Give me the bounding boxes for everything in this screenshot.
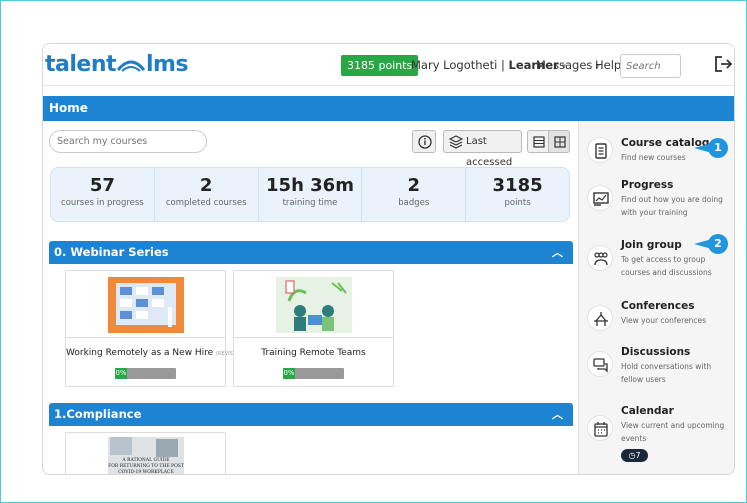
cover-title-line-3: COVID-19 WORKPLACE — [118, 469, 174, 475]
grid-view-icon — [554, 136, 566, 148]
presentation-icon — [594, 312, 608, 326]
cover-title-line-1: A RATIONAL GUIDE — [121, 457, 169, 463]
section-header-compliance[interactable]: 1.Compliance ︿ — [49, 403, 573, 426]
stat-value: 2 — [407, 175, 421, 196]
sidebar-item-progress[interactable]: Progress Find out how you are doing with… — [579, 177, 734, 227]
events-count-badge[interactable]: ◷7 — [621, 449, 648, 462]
calendar-icon-circle — [587, 415, 613, 441]
top-navigation-bar: talent lms 3185 points Mary Logotheti | L… — [43, 44, 734, 86]
right-sidebar: Course catalog Find new courses Progress… — [578, 121, 734, 474]
help-label: Help — [595, 58, 622, 72]
sidebar-item-desc: Find out how you are doing with your tra… — [621, 195, 723, 217]
user-name: Mary Logotheti — [411, 58, 498, 72]
section-title: 0. Webinar Series — [54, 245, 169, 259]
points-badge[interactable]: 3185 points — [341, 55, 419, 76]
callout-badge-1: 1 — [708, 138, 728, 158]
course-thumbnail — [66, 271, 225, 338]
chart-icon — [593, 192, 609, 206]
last-accessed-label: Last accessed — [466, 136, 513, 168]
callout-badge-2: 2 — [708, 234, 728, 254]
sidebar-item-desc: View your conferences — [621, 316, 707, 325]
remote-work-illustration-icon — [108, 277, 184, 333]
stat-label: training time — [282, 198, 338, 208]
stat-label: points — [504, 198, 531, 208]
chevron-up-icon[interactable]: ︿ — [552, 403, 563, 426]
logo-swoosh-icon — [116, 60, 146, 72]
course-card[interactable]: Working Remotely as a New Hire (REVIST) … — [65, 270, 238, 387]
global-search-input[interactable] — [620, 54, 681, 78]
group-icon — [594, 252, 608, 266]
stat-training-time: 15h 36m training time — [259, 168, 363, 221]
chat-icon — [593, 358, 608, 373]
messages-menu[interactable]: Messages ▾ — [536, 58, 600, 72]
book-icon — [595, 143, 607, 159]
user-separator: | — [500, 58, 505, 72]
calendar-icon — [594, 422, 608, 437]
chart-icon-circle — [587, 185, 613, 211]
app-window: talent lms 3185 points Mary Logotheti | L… — [42, 43, 735, 475]
grid-view-button[interactable] — [548, 130, 570, 153]
stat-badges: 2 badges — [362, 168, 467, 221]
sidebar-item-desc: View current and upcoming events — [621, 421, 725, 443]
stat-completed-courses: 2 completed courses — [155, 168, 259, 221]
course-progress-bar: 0% — [283, 368, 344, 379]
sidebar-item-title: Progress — [621, 179, 674, 191]
cover-title-line-2: FOR RETURNING TO THE POST — [108, 463, 184, 469]
sort-last-accessed-button[interactable]: Last accessed — [443, 130, 522, 168]
sidebar-item-title: Discussions — [621, 346, 691, 358]
stat-courses-in-progress: 57 courses in progress — [51, 168, 155, 221]
messages-label: Messages — [536, 58, 593, 72]
sidebar-item-desc: Hold conversations with fellow users — [621, 362, 712, 384]
stat-value: 57 — [89, 175, 115, 196]
stat-value: 2 — [199, 175, 213, 196]
section-title: 1.Compliance — [54, 407, 142, 421]
chevron-up-icon[interactable]: ︿ — [552, 241, 563, 264]
course-progress-bar: 0% — [115, 368, 176, 379]
stat-value: 15h 36m — [266, 175, 354, 196]
course-thumbnail: A RATIONAL GUIDE FOR RETURNING TO THE PO… — [66, 433, 225, 475]
course-title-text: Working Remotely as a New Hire — [66, 348, 214, 358]
layers-icon — [449, 135, 463, 149]
logo-text-talent: talent — [45, 52, 117, 77]
stat-label: badges — [398, 198, 430, 208]
stats-panel: 57 courses in progress 2 completed cours… — [50, 167, 570, 222]
sidebar-item-title: Conferences — [621, 300, 695, 312]
sidebar-item-title: Calendar — [621, 405, 674, 417]
stat-label: courses in progress — [61, 198, 144, 208]
sidebar-item-title: Join group — [621, 239, 682, 251]
progress-label: 0% — [115, 368, 127, 379]
sidebar-item-conferences[interactable]: Conferences View your conferences — [579, 297, 734, 333]
sidebar-item-desc: To get access to group courses and discu… — [621, 255, 712, 277]
stat-points: 3185 points — [466, 168, 569, 221]
list-view-button[interactable] — [527, 130, 549, 153]
course-title: Working Remotely as a New Hire (REVIST) — [66, 348, 238, 358]
course-title: Training Remote Teams — [261, 348, 366, 358]
logout-icon[interactable] — [713, 53, 733, 75]
info-button[interactable] — [412, 130, 436, 153]
book-icon-circle — [587, 137, 613, 163]
course-thumbnail — [234, 271, 393, 338]
logo-text-lms: lms — [146, 52, 189, 77]
remote-teams-illustration-icon — [276, 277, 352, 333]
search-courses-input[interactable] — [49, 130, 207, 153]
course-card[interactable]: Training Remote Teams 0% — [233, 270, 394, 387]
stat-value: 3185 — [492, 175, 543, 196]
section-header-webinar-series[interactable]: 0. Webinar Series ︿ — [49, 241, 573, 264]
progress-label: 0% — [283, 368, 295, 379]
sidebar-item-calendar[interactable]: Calendar View current and upcoming event… — [579, 405, 734, 474]
group-icon-circle — [587, 245, 613, 271]
chat-icon-circle — [587, 351, 613, 377]
page-title: Home — [43, 96, 734, 121]
events-count: 7 — [635, 451, 641, 460]
sidebar-item-discussions[interactable]: Discussions Hold conversations with fell… — [579, 345, 734, 395]
covid-guide-cover-icon: A RATIONAL GUIDE FOR RETURNING TO THE PO… — [108, 437, 184, 475]
talentlms-logo[interactable]: talent lms — [45, 52, 189, 77]
stat-label: completed courses — [165, 198, 247, 208]
list-view-icon — [533, 136, 545, 148]
presentation-icon-circle — [587, 305, 613, 331]
info-icon — [418, 135, 432, 149]
course-card[interactable]: A RATIONAL GUIDE FOR RETURNING TO THE PO… — [65, 432, 226, 475]
